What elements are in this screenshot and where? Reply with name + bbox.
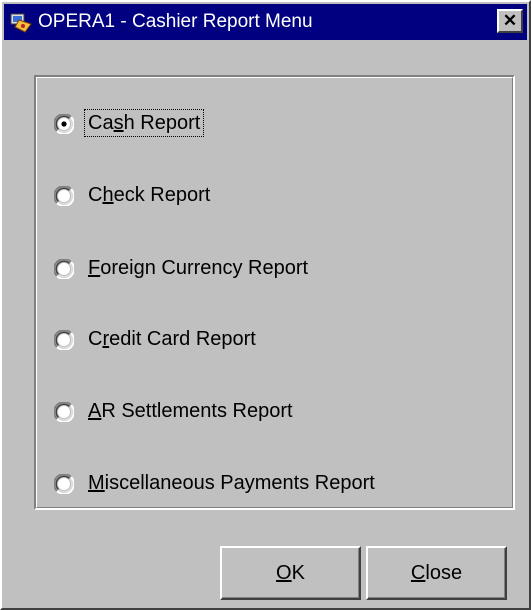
radio-label: Foreign Currency Report <box>88 257 309 279</box>
cashier-report-dialog: OPERA1 - Cashier Report Menu ✕ Cash Repo… <box>0 0 531 610</box>
radio-unselected-icon[interactable] <box>54 330 74 350</box>
title-bar[interactable]: OPERA1 - Cashier Report Menu ✕ <box>4 4 527 40</box>
opera-app-icon <box>10 13 32 33</box>
window-title: OPERA1 - Cashier Report Menu <box>38 11 313 32</box>
close-button[interactable]: Close <box>366 546 507 600</box>
radio-unselected-icon[interactable] <box>54 259 74 279</box>
radio-label: Cash Report <box>83 109 205 137</box>
radio-label: Miscellaneous Payments Report <box>88 472 375 494</box>
radio-unselected-icon[interactable] <box>54 402 74 422</box>
close-icon[interactable]: ✕ <box>497 9 523 33</box>
radio-selected-icon[interactable] <box>54 114 74 134</box>
radio-label: Check Report <box>88 184 211 206</box>
radio-label: Credit Card Report <box>88 328 256 350</box>
radio-unselected-icon[interactable] <box>54 474 74 494</box>
radio-label: AR Settlements Report <box>88 400 293 422</box>
radio-unselected-icon[interactable] <box>54 186 74 206</box>
ok-button[interactable]: OK <box>220 546 361 600</box>
report-options-group <box>34 75 515 510</box>
